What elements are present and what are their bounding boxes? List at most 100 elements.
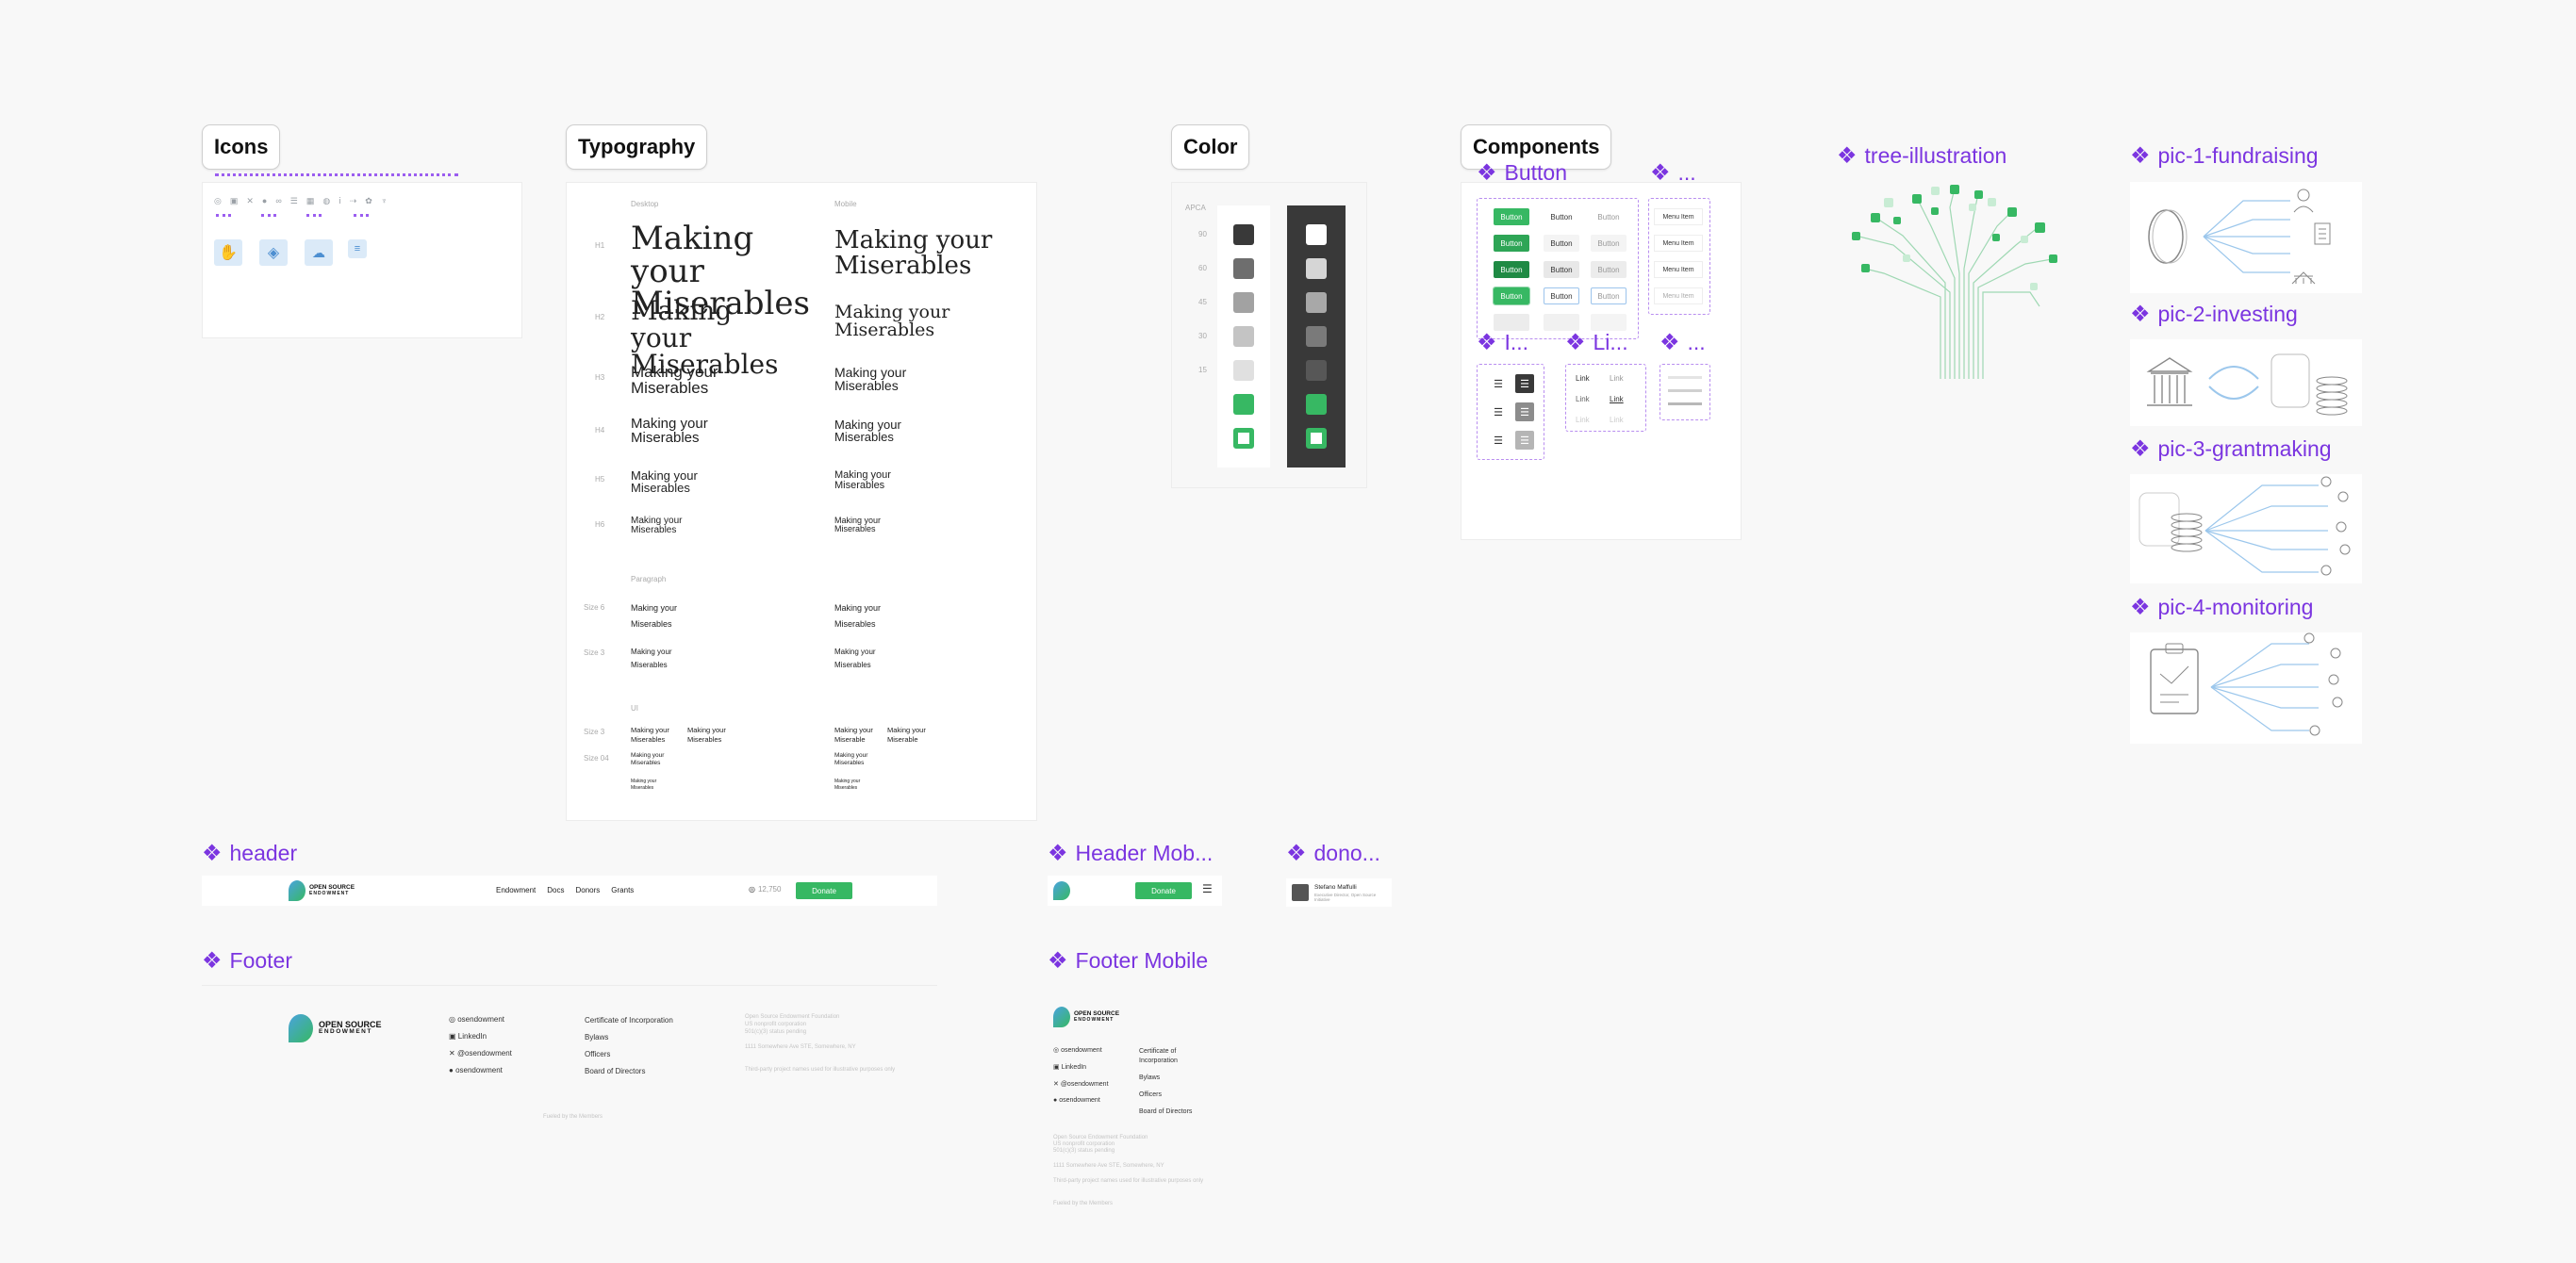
grantmaking-svg bbox=[2138, 476, 2351, 576]
component-label-link[interactable]: ❖ Li... bbox=[1565, 330, 1628, 355]
header-frame[interactable]: OPEN SOURCE ENDOWMENT Endowment Docs Don… bbox=[202, 876, 937, 906]
component-icon: ❖ bbox=[1477, 159, 1497, 186]
logo[interactable]: OPEN SOURCE ENDOWMENT bbox=[289, 880, 355, 901]
menu-icon[interactable]: ☰ bbox=[1489, 431, 1508, 450]
component-name: ... bbox=[1677, 160, 1696, 185]
footer-mobile-link-officers[interactable]: Officers bbox=[1139, 1091, 1162, 1098]
link[interactable]: Link bbox=[1576, 395, 1590, 403]
ui-mobile-tiny: Making your Miserables bbox=[834, 779, 861, 791]
misc-variants[interactable] bbox=[1660, 364, 1710, 420]
menu-item-active[interactable]: Menu Item bbox=[1654, 261, 1703, 278]
footer-frame[interactable]: OPEN SOURCE ENDOWMENT ◎ osendowment ▣ Li… bbox=[202, 985, 937, 1126]
footer-mobile-link-certificate[interactable]: Certificate of Incorporation bbox=[1139, 1047, 1196, 1066]
footer-mobile-link-board[interactable]: Board of Directors bbox=[1139, 1108, 1192, 1115]
component-label-pic3[interactable]: ❖ pic-3-grantmaking bbox=[2130, 436, 2332, 462]
donate-button[interactable]: Donate bbox=[796, 882, 852, 899]
link-hover[interactable]: Link bbox=[1610, 374, 1624, 383]
component-label-button[interactable]: ❖ Button bbox=[1477, 160, 1567, 186]
component-label-icon-button[interactable]: ❖ I... bbox=[1477, 330, 1528, 355]
button-variants[interactable]: Button Button Button Button Button Butto… bbox=[1477, 198, 1639, 339]
footer-link-board[interactable]: Board of Directors bbox=[585, 1067, 645, 1075]
link-disabled[interactable]: Link bbox=[1576, 416, 1590, 424]
menu-icon-light[interactable]: ☰ bbox=[1515, 431, 1534, 450]
button-primary-disabled[interactable] bbox=[1494, 314, 1529, 331]
link-disabled[interactable]: Link bbox=[1610, 416, 1624, 424]
hamburger-icon[interactable]: ☰ bbox=[1202, 882, 1213, 895]
github-stars[interactable]: ◎ 12,750 bbox=[749, 885, 781, 894]
nav-endowment[interactable]: Endowment bbox=[496, 886, 536, 894]
donor-card[interactable]: Stefano Maffulli Executive Director, Ope… bbox=[1286, 878, 1392, 907]
logo-leaf-icon[interactable] bbox=[1053, 881, 1070, 900]
button-secondary-disabled[interactable] bbox=[1544, 314, 1579, 331]
button-tertiary-disabled[interactable] bbox=[1591, 314, 1627, 331]
icon-button-variants[interactable]: ☰ ☰ ☰ ☰ ☰ ☰ bbox=[1477, 364, 1544, 460]
footer-mobile-frame[interactable]: OPEN SOURCE ENDOWMENT ◎ osendowment ▣ Li… bbox=[1048, 999, 1227, 1212]
nav-grants[interactable]: Grants bbox=[611, 886, 634, 894]
menu-icon[interactable]: ☰ bbox=[1489, 402, 1508, 421]
component-label-pic1[interactable]: ❖ pic-1-fundraising bbox=[2130, 143, 2319, 169]
menu-icon[interactable]: ☰ bbox=[1489, 374, 1508, 393]
component-label-pic4[interactable]: ❖ pic-4-monitoring bbox=[2130, 595, 2313, 620]
menu-icon-dark[interactable]: ☰ bbox=[1515, 374, 1534, 393]
globe-icon: ◍ bbox=[322, 196, 331, 205]
button-primary-active[interactable]: Button bbox=[1494, 261, 1529, 278]
footer-mobile-logo[interactable]: OPEN SOURCE ENDOWMENT bbox=[1053, 1007, 1119, 1027]
button-primary[interactable]: Button bbox=[1494, 208, 1529, 225]
donate-button-mobile[interactable]: Donate bbox=[1135, 882, 1192, 899]
color-frame[interactable]: APCA 90 60 45 30 15 bbox=[1171, 182, 1367, 488]
icons-frame[interactable]: ◎ ▣ ✕ ● ∞ ☰ ▦ ◍ ⅰ ⇢ ✿ ♆ ✋ ◈ ☁ ≡ bbox=[202, 182, 522, 338]
footer-mobile-social-linkedin[interactable]: ▣ LinkedIn bbox=[1053, 1063, 1086, 1071]
misc-line bbox=[1668, 402, 1702, 405]
section-title-color[interactable]: Color bbox=[1171, 124, 1250, 170]
menu-item-hover[interactable]: Menu Item bbox=[1654, 235, 1703, 252]
footer-link-certificate[interactable]: Certificate of Incorporation bbox=[585, 1016, 673, 1025]
color-level-90: 90 bbox=[1198, 230, 1207, 238]
button-tertiary[interactable]: Button bbox=[1591, 208, 1627, 225]
component-label-other[interactable]: ❖... bbox=[1660, 330, 1706, 355]
linkedin-icon: ▣ bbox=[229, 196, 239, 205]
section-title-icons[interactable]: Icons bbox=[202, 124, 281, 170]
menu-icon-grey[interactable]: ☰ bbox=[1515, 402, 1534, 421]
button-tertiary-focus[interactable]: Button bbox=[1591, 287, 1627, 304]
component-label-menu[interactable]: ❖... bbox=[1650, 160, 1696, 186]
button-secondary-hover[interactable]: Button bbox=[1544, 235, 1579, 252]
component-label-footer-mobile[interactable]: ❖ Footer Mobile bbox=[1048, 948, 1208, 974]
button-secondary-active[interactable]: Button bbox=[1544, 261, 1579, 278]
footer-social-linkedin[interactable]: ▣ LinkedIn bbox=[449, 1032, 487, 1041]
component-label-footer[interactable]: ❖ Footer bbox=[202, 948, 292, 974]
link-variants[interactable]: Link Link Link Link Link Link bbox=[1565, 364, 1646, 432]
button-tertiary-active[interactable]: Button bbox=[1591, 261, 1627, 278]
section-title-typography[interactable]: Typography bbox=[566, 124, 708, 170]
footer-mobile-social-facebook[interactable]: ● osendowment bbox=[1053, 1097, 1100, 1104]
typography-frame[interactable]: Desktop Mobile H1 Making your Miserables… bbox=[566, 182, 1037, 821]
component-label-donor[interactable]: ❖ dono... bbox=[1286, 841, 1380, 866]
button-primary-hover[interactable]: Button bbox=[1494, 235, 1529, 252]
component-label-header-mobile[interactable]: ❖ Header Mob... bbox=[1048, 841, 1213, 866]
social-label: @osendowment bbox=[456, 1049, 512, 1058]
menu-item[interactable]: Menu Item bbox=[1654, 208, 1703, 225]
button-secondary[interactable]: Button bbox=[1544, 208, 1579, 225]
menu-item-disabled[interactable]: Menu Item bbox=[1654, 287, 1703, 304]
component-icon: ❖ bbox=[1286, 840, 1307, 866]
nav-docs[interactable]: Docs bbox=[547, 886, 564, 894]
link[interactable]: Link bbox=[1576, 374, 1590, 383]
menu-item-variants[interactable]: Menu Item Menu Item Menu Item Menu Item bbox=[1648, 198, 1710, 315]
footer-mobile-social-github[interactable]: ◎ osendowment bbox=[1053, 1046, 1102, 1054]
button-primary-focus[interactable]: Button bbox=[1493, 287, 1530, 305]
footer-logo[interactable]: OPEN SOURCE ENDOWMENT bbox=[289, 1014, 382, 1042]
component-label-header[interactable]: ❖ header bbox=[202, 841, 297, 866]
nav-donors[interactable]: Donors bbox=[575, 886, 600, 894]
button-secondary-focus[interactable]: Button bbox=[1544, 287, 1579, 304]
link-underline[interactable]: Link bbox=[1610, 395, 1624, 403]
footer-link-bylaws[interactable]: Bylaws bbox=[585, 1033, 608, 1042]
button-tertiary-hover[interactable]: Button bbox=[1591, 235, 1627, 252]
footer-social-x[interactable]: ✕ @osendowment bbox=[449, 1049, 512, 1058]
footer-link-officers[interactable]: Officers bbox=[585, 1050, 610, 1058]
footer-social-facebook[interactable]: ● osendowment bbox=[449, 1066, 503, 1074]
footer-social-github[interactable]: ◎ osendowment bbox=[449, 1015, 504, 1024]
header-mobile-frame[interactable]: Donate ☰ bbox=[1048, 876, 1222, 906]
component-label-tree[interactable]: ❖ tree-illustration bbox=[1837, 143, 2006, 169]
footer-mobile-link-bylaws[interactable]: Bylaws bbox=[1139, 1074, 1160, 1081]
footer-mobile-social-x[interactable]: ✕ @osendowment bbox=[1053, 1080, 1109, 1088]
component-label-pic2[interactable]: ❖ pic-2-investing bbox=[2130, 302, 2298, 327]
